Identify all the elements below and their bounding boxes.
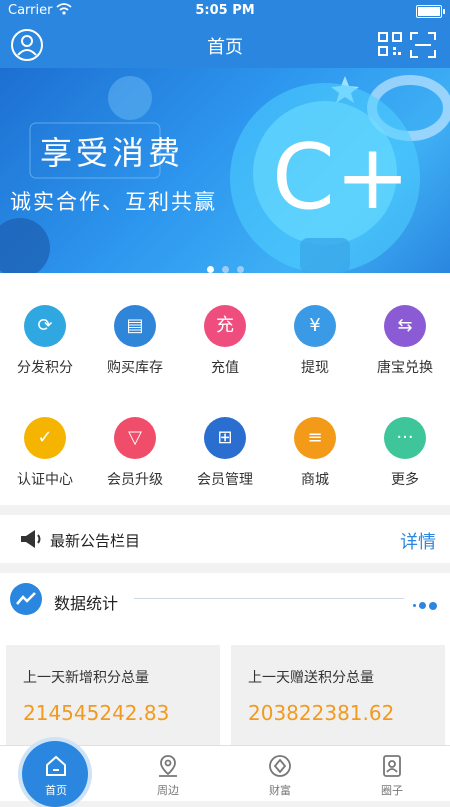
stat-value: 214545242.83 [23, 701, 170, 725]
promo-banner[interactable]: C+ 享受消费 诚实合作、互利共赢 [0, 68, 450, 273]
scan-icon[interactable] [410, 32, 436, 58]
tab-label: 圈子 [381, 784, 403, 797]
notice-detail-link[interactable]: 详情 [400, 528, 436, 554]
mall-icon: ≡ [294, 417, 336, 459]
stat-label: 上一天赠送积分总量 [248, 670, 374, 686]
menu-item[interactable]: ✓ 认证中心 [0, 385, 90, 488]
menu-item-label: 会员管理 [197, 472, 253, 488]
trend-chart-icon [10, 583, 42, 615]
page-dot[interactable] [206, 266, 214, 273]
menu-item[interactable]: ▽ 会员升级 [90, 385, 180, 488]
location-icon [159, 755, 177, 777]
stat-value: 203822381.62 [248, 701, 395, 725]
qr-code-icon[interactable] [378, 32, 402, 56]
stat-label: 上一天新增积分总量 [23, 670, 149, 686]
status-bar: Carrier 5:05 PM [0, 0, 450, 22]
menu-item[interactable]: 充充值 [180, 273, 270, 376]
tab-label: 财富 [269, 784, 291, 797]
menu-item-label: 分发积分 [17, 360, 73, 376]
tab-circle[interactable]: 圈子 [336, 746, 448, 801]
tab-label: 首页 [45, 784, 67, 797]
withdraw-icon: ¥ [294, 305, 336, 347]
menu-item[interactable]: ⟳ 分发积分 [0, 273, 90, 376]
menu-item-label: 唐宝兑换 [377, 360, 433, 376]
banner-slogan-main: 享受消费 [40, 134, 185, 172]
clock: 5:05 PM [195, 3, 255, 18]
banner-badge: C+ [272, 125, 410, 230]
member-manage-icon: ⊞ [204, 417, 246, 459]
stock-icon: ▤ [114, 305, 156, 347]
menu-item[interactable]: ⊞ 会员管理 [180, 385, 270, 488]
statistics-title: 数据统计 [54, 594, 119, 613]
menu-item-label: 充值 [211, 360, 239, 376]
nav-bar: 首页 [0, 22, 450, 68]
menu-item-label: 提现 [301, 360, 329, 376]
menu-item[interactable]: ≡ 商城 [270, 385, 360, 488]
menu-item[interactable]: ¥ 提现 [270, 273, 360, 376]
page-dot[interactable] [221, 266, 229, 273]
stat-card-gift-points: 上一天赠送积分总量 203822381.62 [231, 645, 445, 745]
banner-pagination[interactable] [0, 258, 450, 273]
menu-item-label: 更多 [391, 472, 419, 488]
more-icon: ··· [384, 417, 426, 459]
tab-home[interactable]: 首页 [0, 741, 112, 807]
menu-item-label: 会员升级 [107, 472, 163, 488]
battery-icon [416, 5, 445, 18]
recharge-icon: 充 [204, 305, 246, 347]
notice-text: 最新公告栏目 [50, 532, 141, 550]
menu-item[interactable]: ⇆ 唐宝兑换 [360, 273, 450, 376]
member-upgrade-icon: ▽ [114, 417, 156, 459]
page-dot[interactable] [236, 266, 244, 273]
tab-bar: 首页 周边 财富 圈子 [0, 741, 450, 807]
tab-label: 周边 [157, 784, 179, 797]
exchange-icon: ⇆ [384, 305, 426, 347]
tab-wealth[interactable]: 财富 [224, 746, 336, 801]
tab-nearby[interactable]: 周边 [112, 746, 224, 801]
certification-icon: ✓ [24, 417, 66, 459]
banner-slogan-sub: 诚实合作、互利共赢 [10, 190, 217, 214]
decor-dots [410, 595, 437, 614]
statistics-panel: 数据统计 上一天新增积分总量 214545242.83 上一天赠送积分总量 20… [0, 573, 450, 745]
menu-item[interactable]: ··· 更多 [360, 385, 450, 488]
divider [134, 598, 404, 599]
menu-item-label: 购买库存 [107, 360, 163, 376]
menu-item[interactable]: ▤ 购买库存 [90, 273, 180, 376]
menu-item-label: 认证中心 [17, 472, 73, 488]
stat-card-new-points: 上一天新增积分总量 214545242.83 [6, 645, 220, 745]
function-grid: ⟳ 分发积分 ▤ 购买库存 充充值 ¥ 提现 ⇆ 唐宝兑换 ✓ 认证中心 ▽ 会员升级 ⊞ 会员管理 ≡ 商城 ·… [0, 273, 450, 505]
megaphone-icon [20, 529, 42, 549]
contacts-icon [383, 755, 401, 777]
wealth-icon [269, 755, 291, 777]
home-icon [46, 755, 66, 776]
distribute-points-icon: ⟳ [24, 305, 66, 347]
notice-bar[interactable]: 最新公告栏目 详情 [0, 515, 450, 563]
menu-item-label: 商城 [301, 472, 329, 488]
